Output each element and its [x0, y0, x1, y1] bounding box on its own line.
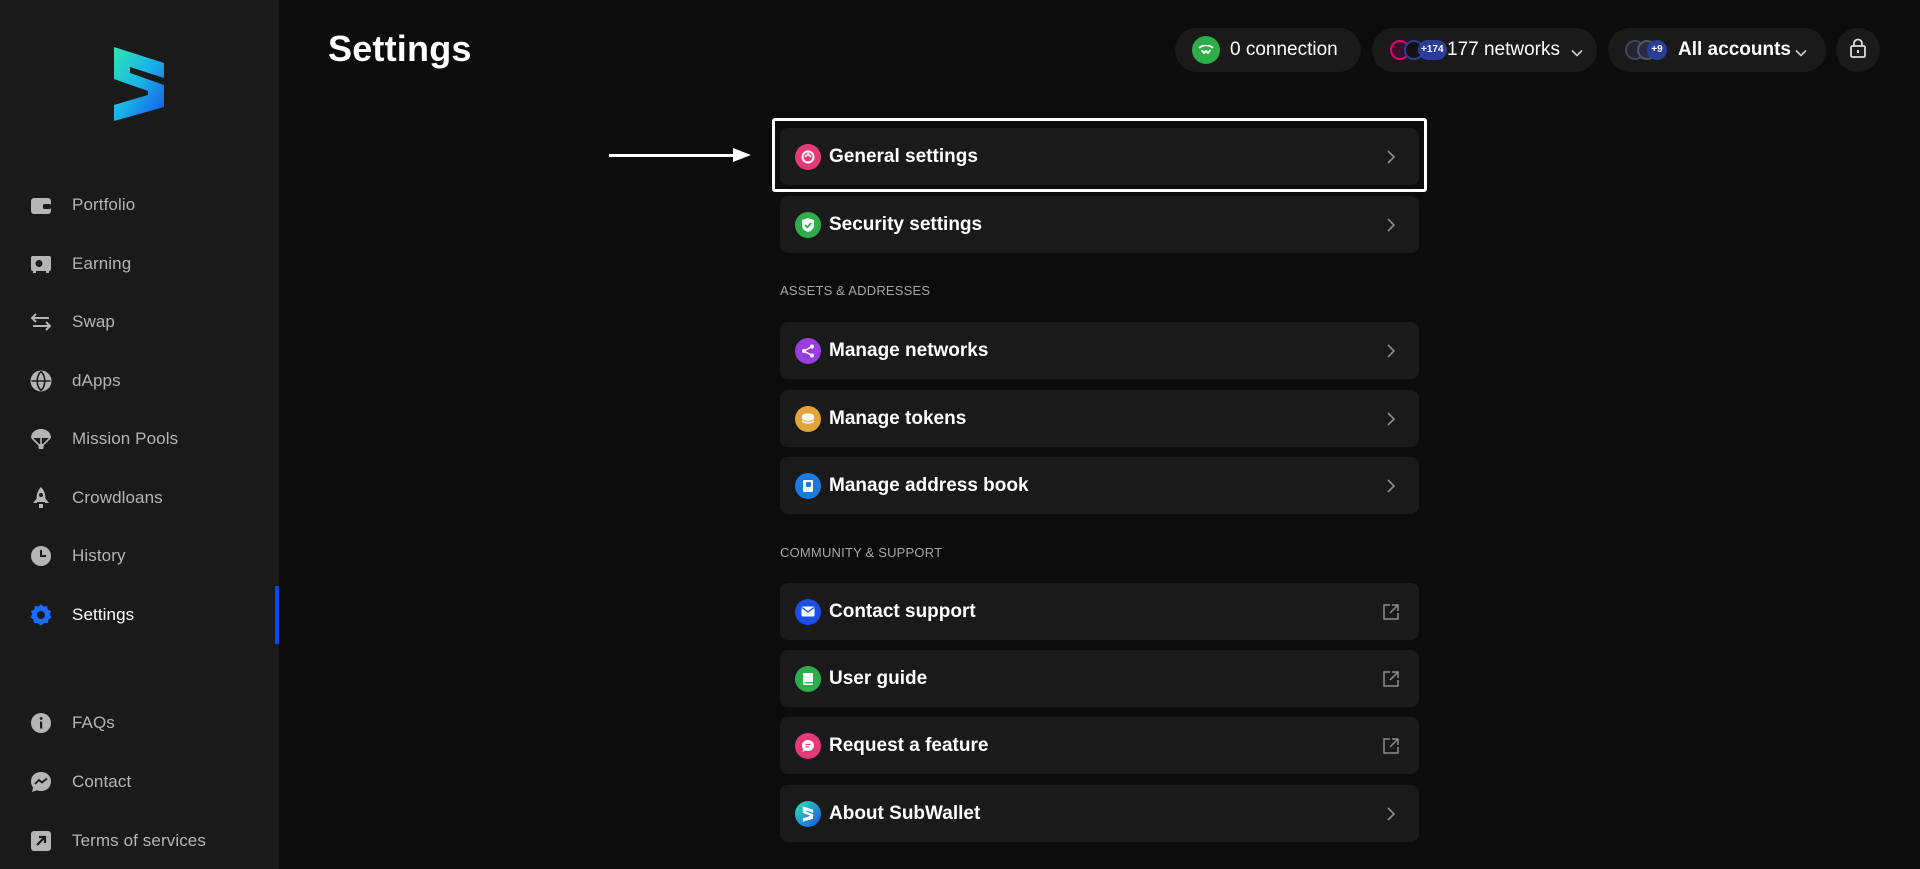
chevron-right-icon — [1381, 804, 1401, 824]
section-title-assets: ASSETS & ADDRESSES — [780, 283, 931, 298]
row-label: Manage tokens — [829, 407, 967, 429]
annotation-arrow-head — [733, 148, 751, 162]
networks-selector[interactable]: +174 177 networks — [1372, 28, 1597, 72]
sidebar-item-label: Mission Pools — [72, 429, 179, 448]
safe-icon — [29, 252, 53, 276]
subwallet-logo-icon — [795, 800, 821, 827]
row-label: Request a feature — [829, 734, 989, 756]
external-link-icon — [1381, 736, 1401, 756]
shield-icon — [795, 211, 821, 238]
walletconnect-icon — [1192, 36, 1220, 64]
sidebar-item-terms[interactable]: Terms of services — [0, 818, 279, 864]
page-title: Settings — [328, 28, 472, 69]
user-guide-item[interactable]: User guide — [780, 650, 1419, 707]
sidebar-item-label: Crowdloans — [72, 488, 163, 507]
connection-pill[interactable]: 0 connection — [1175, 28, 1361, 72]
sidebar-item-label: Portfolio — [72, 195, 136, 214]
chat-icon — [29, 770, 53, 794]
chevron-right-icon — [1381, 215, 1401, 235]
envelope-icon — [795, 598, 821, 625]
sidebar-item-swap[interactable]: Swap — [0, 299, 279, 345]
sidebar-item-earning[interactable]: Earning — [0, 241, 279, 287]
external-link-icon — [1381, 669, 1401, 689]
subwallet-logo[interactable] — [112, 45, 166, 123]
accounts-label: All accounts — [1678, 39, 1791, 60]
rocket-icon — [29, 486, 53, 510]
network-icons: +174 — [1390, 37, 1450, 63]
message-icon — [795, 732, 821, 759]
security-settings-item[interactable]: Security settings — [780, 196, 1419, 253]
sidebar-item-label: History — [72, 546, 126, 565]
active-indicator — [275, 586, 279, 644]
row-label: Manage address book — [829, 474, 1029, 496]
sidebar-item-portfolio[interactable]: Portfolio — [0, 182, 279, 228]
row-label: User guide — [829, 667, 928, 689]
parachute-icon — [29, 427, 53, 451]
general-settings-icon — [795, 143, 821, 170]
wallet-icon — [29, 193, 53, 217]
sidebar: Portfolio Earning Swap dApps Mission Poo… — [0, 0, 279, 869]
share-nodes-icon — [795, 337, 821, 364]
chevron-right-icon — [1381, 409, 1401, 429]
accounts-badge: +9 — [1647, 40, 1667, 60]
sidebar-item-label: dApps — [72, 371, 121, 390]
lock-icon — [1849, 38, 1867, 63]
row-label: About SubWallet — [829, 802, 981, 824]
external-link-icon — [29, 829, 53, 853]
row-label: Contact support — [829, 600, 976, 622]
contact-support-item[interactable]: Contact support — [780, 583, 1419, 640]
sidebar-item-settings[interactable]: Settings — [0, 592, 279, 638]
general-settings-item[interactable]: General settings — [780, 128, 1419, 185]
accounts-selector[interactable]: +9 All accounts — [1608, 28, 1826, 72]
chevron-right-icon — [1381, 341, 1401, 361]
lock-button[interactable] — [1836, 28, 1880, 72]
book-icon — [795, 665, 821, 692]
sidebar-item-faqs[interactable]: FAQs — [0, 700, 279, 746]
clock-icon — [29, 544, 53, 568]
sidebar-item-label: Swap — [72, 312, 115, 331]
account-avatars: +9 — [1625, 37, 1675, 63]
sidebar-item-crowdloans[interactable]: Crowdloans — [0, 475, 279, 521]
row-label: Manage networks — [829, 339, 989, 361]
chevron-right-icon — [1381, 476, 1401, 496]
sidebar-item-label: Terms of services — [72, 831, 206, 850]
request-feature-item[interactable]: Request a feature — [780, 717, 1419, 774]
sidebar-item-dapps[interactable]: dApps — [0, 358, 279, 404]
chevron-down-icon — [1571, 44, 1583, 62]
sidebar-item-history[interactable]: History — [0, 533, 279, 579]
manage-tokens-item[interactable]: Manage tokens — [780, 390, 1419, 447]
connection-label: 0 connection — [1230, 39, 1338, 60]
row-label: General settings — [829, 145, 978, 167]
swap-arrows-icon — [29, 310, 53, 334]
section-title-community: COMMUNITY & SUPPORT — [780, 545, 943, 560]
external-link-icon — [1381, 602, 1401, 622]
manage-address-book-item[interactable]: Manage address book — [780, 457, 1419, 514]
sidebar-item-label: FAQs — [72, 713, 115, 732]
sidebar-item-mission-pools[interactable]: Mission Pools — [0, 416, 279, 462]
chevron-right-icon — [1381, 147, 1401, 167]
row-label: Security settings — [829, 213, 983, 235]
gear-icon — [29, 603, 53, 627]
sidebar-item-contact[interactable]: Contact — [0, 759, 279, 805]
coins-icon — [795, 405, 821, 432]
about-subwallet-item[interactable]: About SubWallet — [780, 785, 1419, 842]
sidebar-item-label: Contact — [72, 772, 132, 791]
sidebar-item-label: Settings — [72, 605, 135, 624]
annotation-arrow — [609, 154, 739, 157]
manage-networks-item[interactable]: Manage networks — [780, 322, 1419, 379]
address-book-icon — [795, 472, 821, 499]
networks-label: 177 networks — [1447, 39, 1561, 60]
sidebar-item-label: Earning — [72, 254, 132, 273]
info-icon — [29, 711, 53, 735]
globe-icon — [29, 369, 53, 393]
chevron-down-icon — [1795, 44, 1807, 62]
networks-badge: +174 — [1418, 40, 1447, 60]
